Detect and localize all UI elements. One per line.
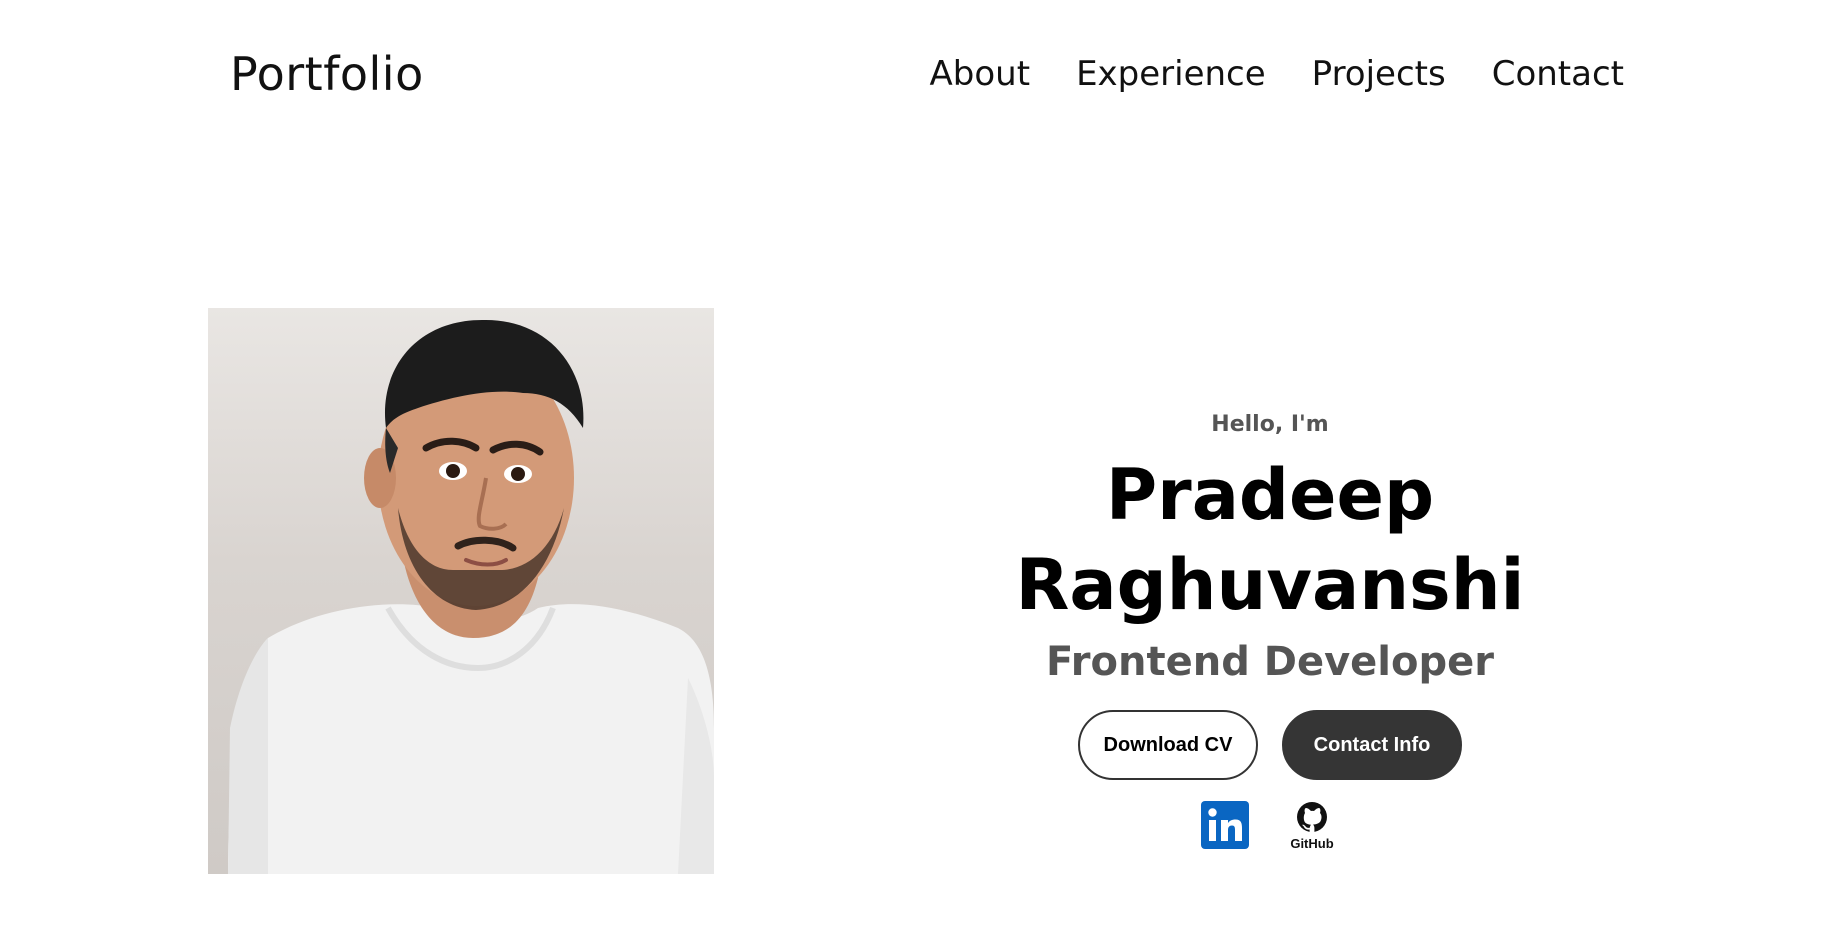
hero-name: Pradeep Raghuvanshi bbox=[1015, 454, 1525, 626]
download-cv-button[interactable]: Download CV bbox=[1078, 710, 1258, 780]
social-links: GitHub bbox=[860, 800, 1680, 850]
nav-link-contact[interactable]: Contact bbox=[1492, 48, 1624, 100]
linkedin-icon[interactable] bbox=[1201, 800, 1249, 850]
nav-link-about[interactable]: About bbox=[930, 48, 1031, 100]
hero-buttons: Download CV Contact Info bbox=[860, 710, 1680, 780]
github-icon-graphic: GitHub bbox=[1290, 802, 1334, 850]
github-label: GitHub bbox=[1290, 836, 1333, 850]
profile-photo bbox=[208, 308, 714, 874]
portfolio-page: Portfolio About Experience Projects Cont… bbox=[0, 0, 1836, 935]
hero-role: Frontend Developer bbox=[1046, 639, 1494, 685]
site-logo[interactable]: Portfolio bbox=[230, 44, 424, 104]
contact-info-button[interactable]: Contact Info bbox=[1282, 710, 1462, 780]
github-icon[interactable]: GitHub bbox=[1285, 800, 1339, 850]
profile-photo-illustration bbox=[228, 319, 714, 874]
main-nav: About Experience Projects Contact bbox=[930, 48, 1624, 100]
hero-section: Hello, I'm Pradeep Raghuvanshi Frontend … bbox=[860, 410, 1680, 850]
nav-link-projects[interactable]: Projects bbox=[1312, 48, 1446, 100]
greeting-text: Hello, I'm bbox=[1211, 412, 1329, 437]
nav-link-experience[interactable]: Experience bbox=[1076, 48, 1266, 100]
linkedin-icon-graphic bbox=[1201, 801, 1249, 849]
